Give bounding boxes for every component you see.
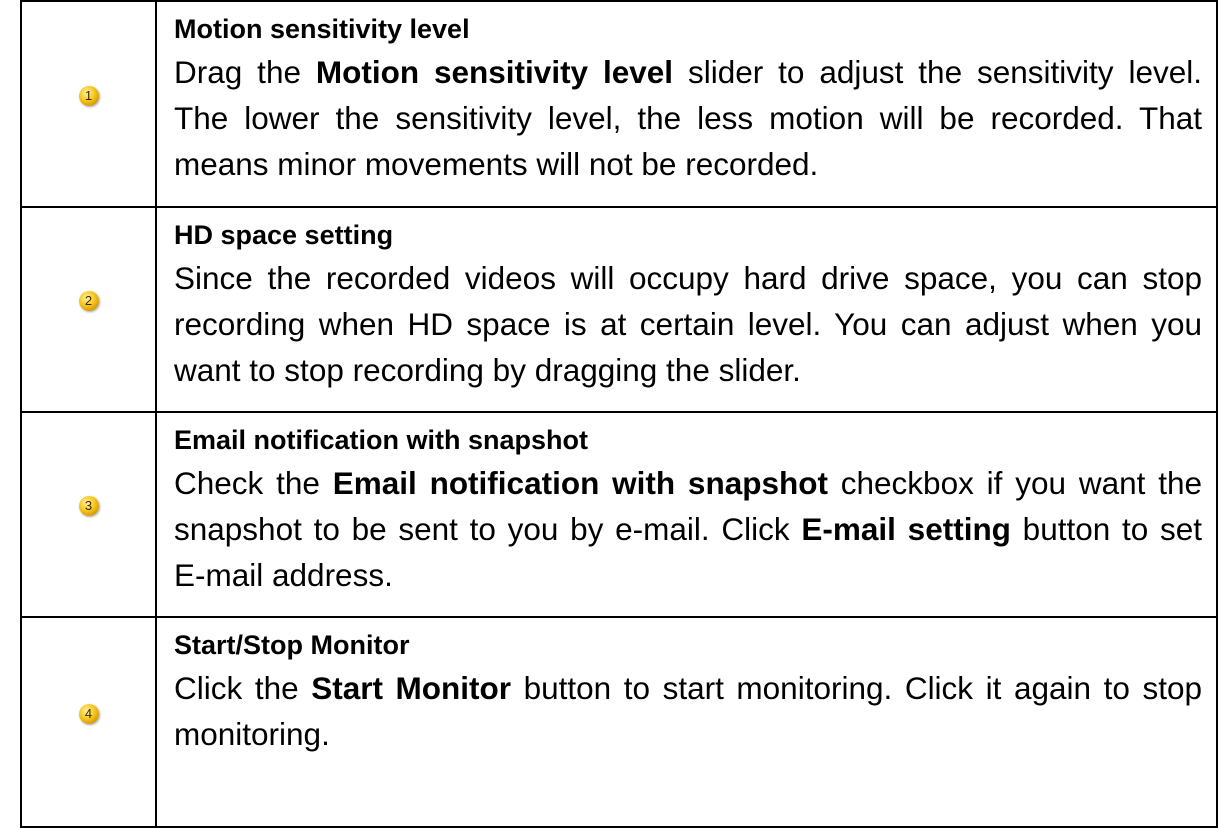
instructions-table: 1 Motion sensitivity level Drag the Moti…	[20, 0, 1218, 828]
item-description: Click the Start Monitor button to start …	[174, 670, 1202, 752]
bold-term: Email notification with snapshot	[332, 465, 828, 501]
text-cell: Motion sensitivity level Drag the Motion…	[155, 0, 1218, 208]
bold-term: E-mail setting	[801, 511, 1011, 547]
number-4-icon: 4	[78, 703, 99, 724]
item-description: Since the recorded videos will occupy ha…	[174, 260, 1202, 388]
bold-term: Start Monitor	[311, 670, 511, 706]
item-description: Drag the Motion sensitivity level slider…	[174, 54, 1202, 182]
item-title: Motion sensitivity level	[174, 14, 470, 44]
table-row: 1 Motion sensitivity level Drag the Moti…	[20, 0, 1218, 208]
number-2-icon: 2	[78, 291, 99, 311]
table-row: 3 Email notification with snapshot Check…	[20, 411, 1218, 618]
item-title: Email notification with snapshot	[174, 425, 589, 455]
table-row: 2 HD space setting Since the recorded vi…	[20, 206, 1218, 413]
table-row: 4 Start/Stop Monitor Click the Start Mon…	[20, 616, 1218, 828]
item-description: Check the Email notification with snapsh…	[174, 465, 1203, 593]
number-1-icon: 1	[78, 85, 99, 106]
number-3-icon: 3	[78, 496, 99, 516]
text-cell: Email notification with snapshot Check t…	[155, 411, 1218, 618]
item-title: Start/Stop Monitor	[174, 630, 410, 660]
text-cell: Start/Stop Monitor Click the Start Monit…	[155, 616, 1218, 828]
bold-term: Motion sensitivity level	[315, 54, 674, 90]
item-title: HD space setting	[174, 220, 394, 250]
number-cell: 2	[20, 206, 157, 413]
number-cell: 1	[20, 0, 157, 208]
number-cell: 4	[20, 616, 157, 828]
number-cell: 3	[20, 411, 157, 618]
text-cell: HD space setting Since the recorded vide…	[155, 206, 1218, 413]
